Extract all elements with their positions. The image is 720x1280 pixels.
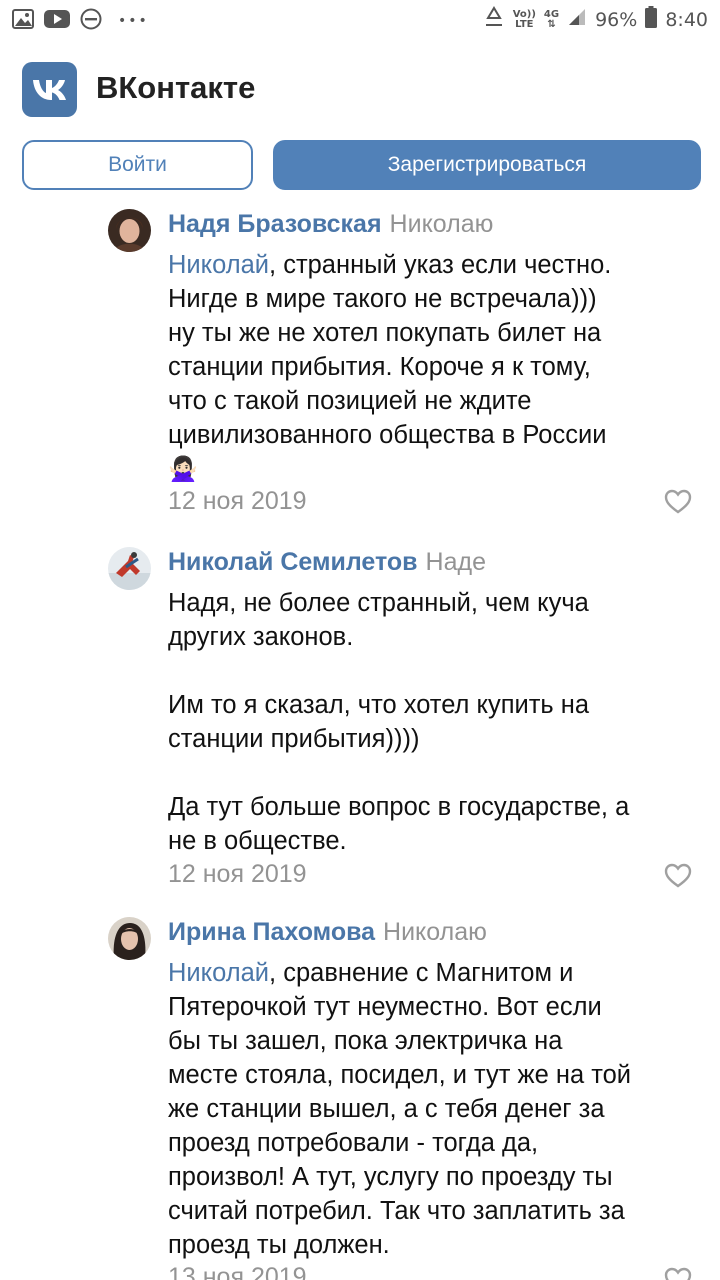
login-button[interactable]: Войти	[22, 140, 253, 190]
comment-line: же станции вышел, а с тебя денег за	[168, 1095, 605, 1123]
comments-list: Надя Бразовская Николаю Николай, странный…	[0, 205, 720, 1280]
do-not-disturb-icon	[80, 8, 102, 34]
volte-indicator: Vo)) LTE	[512, 8, 536, 30]
app-title: ВКонтакте	[96, 70, 256, 105]
like-heart-icon[interactable]	[664, 1267, 694, 1280]
no-gesture-emoji-icon: 🙅🏻‍♀️	[168, 456, 198, 483]
comment-line: Пятерочкой тут неуместно. Вот если	[168, 993, 602, 1021]
comment-line: ну ты же не хотел покупать билет на	[168, 319, 602, 347]
reply-to[interactable]: Николаю	[390, 210, 494, 238]
avatar[interactable]	[108, 209, 151, 252]
status-bar-right: Vo)) LTE 4G ⇅ 96% 8:40	[483, 6, 708, 33]
comment-line: Надя, не более странный, чем куча	[168, 589, 589, 617]
comment-date: 12 ноя 2019	[168, 487, 307, 515]
comment-line: не в обществе.	[168, 827, 347, 855]
comment-line: станции прибытия. Короче я к тому,	[168, 353, 591, 381]
mention-link[interactable]: Николай	[168, 959, 269, 987]
register-button[interactable]: Зарегистрироваться	[273, 140, 701, 190]
battery-icon	[645, 6, 658, 33]
mention-link[interactable]: Николай	[168, 251, 269, 279]
signal-icon	[567, 7, 587, 32]
reply-to[interactable]: Наде	[426, 548, 486, 576]
comment-line: других законов.	[168, 623, 354, 651]
vk-logo-icon	[22, 62, 77, 117]
clock: 8:40	[665, 8, 708, 31]
recycle-icon	[483, 6, 505, 33]
more-dots-icon: •••	[118, 13, 149, 29]
comment-line: Им то я сказал, что хотел купить на	[168, 691, 590, 719]
like-heart-icon[interactable]	[664, 489, 694, 519]
comment-text: Николай, странный указ если честно. Нигд…	[168, 248, 698, 487]
status-bar: ••• Vo)) LTE 4G ⇅ 96% 8:40	[0, 0, 720, 40]
image-icon	[12, 9, 34, 33]
comment-author[interactable]: Николай Семилетов	[168, 548, 418, 576]
comment-line: Да тут больше вопрос в государстве, а	[168, 793, 630, 821]
comment-line: цивилизованного общества в России	[168, 421, 607, 449]
comment-line: проезд потребовали - тогда да,	[168, 1129, 539, 1157]
app-header: ВКонтакте Войти Зарегистрироваться	[0, 40, 720, 205]
youtube-icon	[44, 9, 70, 33]
line-break	[168, 654, 698, 688]
battery-percent: 96%	[595, 8, 638, 31]
comment-line: месте стояла, посидел, и тут же на той	[168, 1061, 632, 1089]
emoji-line: 🙅🏻‍♀️	[168, 452, 698, 487]
comment-header: Ирина Пахомова Николаю	[168, 918, 487, 947]
status-bar-left: •••	[12, 8, 149, 34]
comment-line: Николай, сравнение с Магнитом и	[168, 959, 574, 987]
comment-text: Надя, не более странный, чем куча других…	[168, 586, 698, 858]
comment-line: Нигде в мире такого не встречала)))	[168, 285, 597, 313]
comment-author[interactable]: Надя Бразовская	[168, 210, 382, 238]
comment-line: станции прибытия))))	[168, 725, 420, 753]
comment-header: Николай Семилетов Наде	[168, 548, 486, 577]
data-arrows-icon: ⇅	[547, 18, 556, 30]
comment-date: 12 ноя 2019	[168, 860, 307, 888]
comment-line: считай потребил. Так что заплатить за	[168, 1197, 625, 1225]
avatar[interactable]	[108, 917, 151, 960]
comment-line: проезд ты должен.	[168, 1231, 390, 1259]
network-indicator: 4G ⇅	[543, 8, 560, 30]
like-heart-icon[interactable]	[664, 863, 694, 893]
comment-line: произвол! А тут, услугу по проезду ты	[168, 1163, 613, 1191]
comment-line: что с такой позицией не ждите	[168, 387, 532, 415]
line-break	[168, 756, 698, 790]
comment-line: Николай, странный указ если честно.	[168, 251, 612, 279]
comment-header: Надя Бразовская Николаю	[168, 210, 493, 239]
comment-line: бы ты зашел, пока электричка на	[168, 1027, 563, 1055]
comment-date: 13 ноя 2019	[168, 1263, 307, 1280]
reply-to[interactable]: Николаю	[383, 918, 487, 946]
avatar[interactable]	[108, 547, 151, 590]
comment-author[interactable]: Ирина Пахомова	[168, 918, 375, 946]
comment-text: Николай, сравнение с Магнитом и Пятерочк…	[168, 956, 698, 1262]
